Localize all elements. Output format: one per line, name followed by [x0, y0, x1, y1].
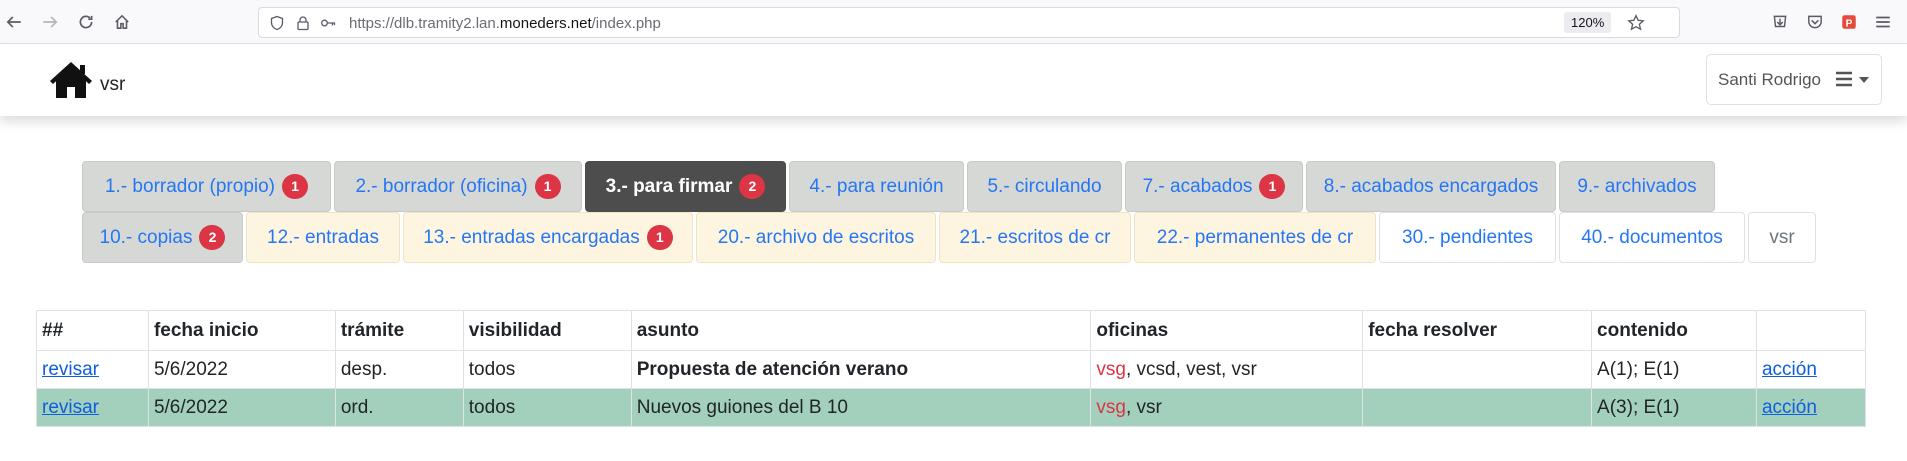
count-badge: 1	[534, 174, 561, 199]
fecha-resolver-cell	[1362, 388, 1593, 427]
header-tramite: trámite	[334, 310, 464, 351]
svg-text:P: P	[1846, 19, 1853, 30]
tab-para-firmar[interactable]: 3.- para firmar 2	[585, 161, 786, 212]
tab-acabados-encargados[interactable]: 8.- acabados encargados	[1306, 161, 1556, 212]
user-menu-button[interactable]: Santi Rodrigo	[1706, 54, 1882, 105]
header-contenido: contenido	[1591, 310, 1757, 351]
fecha-resolver-cell	[1362, 350, 1593, 389]
contenido-cell: A(3); E(1)	[1591, 388, 1757, 427]
tab-copias[interactable]: 10.- copias 2	[82, 212, 243, 263]
tramite-cell: desp.	[334, 350, 464, 389]
browser-toolbar: https://dlb.tramity2.lan.moneders.net/in…	[0, 0, 1907, 44]
accion-link[interactable]: acción	[1762, 397, 1817, 418]
tramite-cell: ord.	[334, 388, 464, 427]
caret-down-icon	[1859, 77, 1869, 83]
app-navbar: vsr Santi Rodrigo	[0, 44, 1907, 116]
fecha-inicio-cell: 5/6/2022	[147, 350, 336, 389]
count-badge: 1	[1259, 174, 1286, 199]
header-fecha-resolver: fecha resolver	[1362, 310, 1593, 351]
app-menu-icon[interactable]	[1872, 11, 1894, 33]
tab-borrador-propio[interactable]: 1.- borrador (propio) 1	[82, 161, 331, 212]
accion-link[interactable]: acción	[1762, 359, 1817, 380]
oficina-principal: vsg	[1096, 358, 1126, 380]
revisar-link[interactable]: revisar	[42, 359, 99, 380]
header-number: ##	[36, 310, 149, 351]
expedientes-table: ## fecha inicio trámite visibilidad asun…	[36, 310, 1867, 427]
count-badge: 1	[282, 174, 309, 199]
tab-permanentes-cr[interactable]: 22.- permanentes de cr	[1134, 212, 1376, 263]
asunto-cell: Propuesta de atención verano	[630, 350, 1092, 389]
header-visibilidad: visibilidad	[462, 310, 632, 351]
hamburger-icon	[1834, 69, 1854, 89]
revisar-link[interactable]: revisar	[42, 397, 99, 418]
user-name: Santi Rodrigo	[1718, 70, 1822, 89]
tabs-row-2: 10.- copias 2 12.- entradas 13.- entradas…	[82, 212, 1819, 263]
header-asunto: asunto	[630, 310, 1092, 351]
brand-label[interactable]: vsr	[100, 74, 125, 96]
home-icon[interactable]	[49, 60, 93, 100]
tab-entradas[interactable]: 12.- entradas	[246, 212, 400, 263]
tab-acabados[interactable]: 7.- acabados 1	[1125, 161, 1303, 212]
header-actions	[1755, 310, 1867, 351]
tab-borrador-oficina[interactable]: 2.- borrador (oficina) 1	[334, 161, 582, 212]
oficinas-others: , vcsd, vest, vsr	[1125, 358, 1257, 380]
back-icon[interactable]	[2, 10, 26, 34]
tab-circulando[interactable]: 5.- circulando	[967, 161, 1122, 212]
count-badge: 1	[646, 225, 673, 250]
bookmark-star-icon[interactable]	[1627, 14, 1645, 32]
forward-icon[interactable]	[38, 10, 62, 34]
header-oficinas: oficinas	[1090, 310, 1364, 351]
visibilidad-cell: todos	[462, 388, 632, 427]
oficinas-cell: vsg, vcsd, vest, vsr	[1090, 350, 1364, 389]
tabs-row-1: 1.- borrador (propio) 1 2.- borrador (ofi…	[82, 161, 1718, 212]
extension-icon[interactable]: P	[1838, 11, 1860, 33]
count-badge: 2	[739, 174, 766, 199]
asunto-cell: Nuevos guiones del B 10	[630, 388, 1092, 427]
table-row: revisar 5/6/2022 desp. todos Propuesta d…	[36, 350, 1867, 389]
tab-archivo-escritos[interactable]: 20.- archivo de escritos	[696, 212, 936, 263]
url-text[interactable]: https://dlb.tramity2.lan.moneders.net/in…	[349, 15, 661, 32]
zoom-level[interactable]: 120%	[1564, 12, 1612, 33]
tab-vsr[interactable]: vsr	[1748, 212, 1816, 263]
url-bar[interactable]: https://dlb.tramity2.lan.moneders.net/in…	[258, 7, 1680, 38]
oficinas-cell: vsg, vsr	[1090, 388, 1364, 427]
tab-documentos[interactable]: 40.- documentos	[1559, 212, 1745, 263]
tab-entradas-encargadas[interactable]: 13.- entradas encargadas 1	[403, 212, 693, 263]
tab-escritos-cr[interactable]: 21.- escritos de cr	[939, 212, 1131, 263]
oficina-principal: vsg	[1096, 396, 1126, 418]
contenido-cell: A(1); E(1)	[1591, 350, 1757, 389]
oficinas-others: , vsr	[1125, 396, 1162, 418]
tab-para-reunion[interactable]: 4.- para reunión	[789, 161, 964, 212]
lock-icon[interactable]	[294, 14, 312, 32]
table-row: revisar 5/6/2022 ord. todos Nuevos guion…	[36, 388, 1867, 427]
header-fecha-inicio: fecha inicio	[147, 310, 336, 351]
visibilidad-cell: todos	[462, 350, 632, 389]
pocket-icon[interactable]	[1804, 11, 1826, 33]
tab-pendientes[interactable]: 30.- pendientes	[1379, 212, 1556, 263]
reload-icon[interactable]	[74, 10, 98, 34]
count-badge: 2	[199, 225, 226, 250]
table-header-row: ## fecha inicio trámite visibilidad asun…	[36, 310, 1867, 351]
tab-archivados[interactable]: 9.- archivados	[1559, 161, 1715, 212]
shield-icon[interactable]	[268, 14, 286, 32]
key-icon[interactable]	[319, 14, 337, 32]
home-browser-icon[interactable]	[110, 10, 134, 34]
fecha-inicio-cell: 5/6/2022	[147, 388, 336, 427]
save-to-pocket-icon[interactable]	[1769, 11, 1791, 33]
